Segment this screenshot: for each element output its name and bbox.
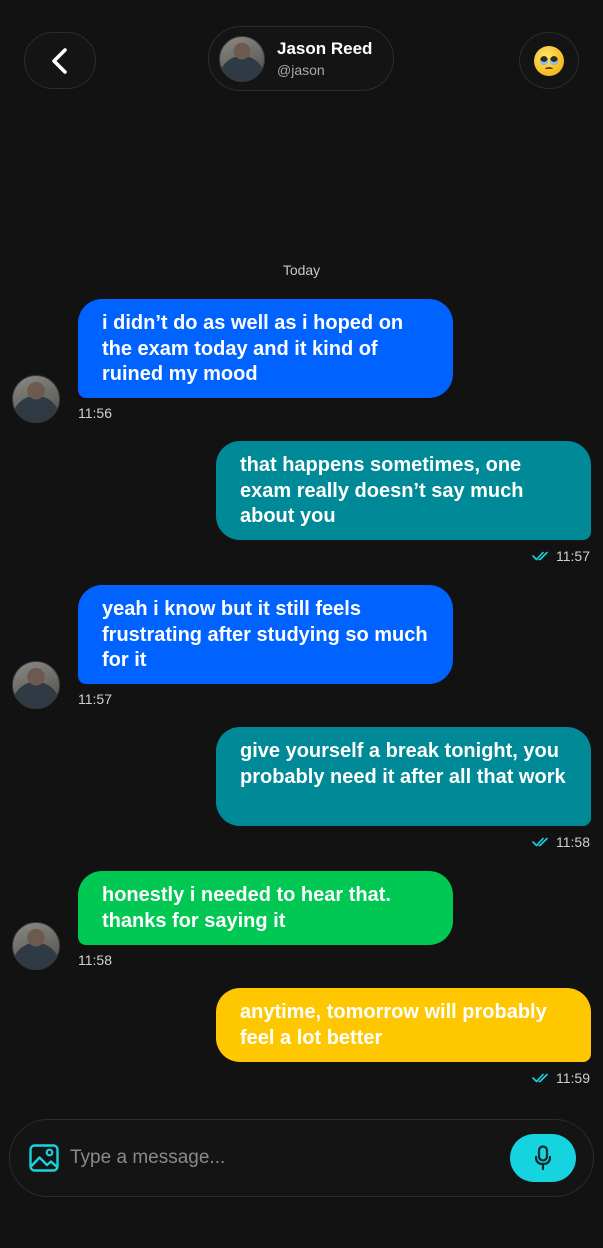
double-check-icon — [532, 1073, 550, 1083]
chevron-left-icon — [52, 47, 67, 74]
chat-header: Jason Reed @jason — [0, 0, 603, 120]
message-bubble-outgoing[interactable]: anytime, tomorrow will probably feel a l… — [216, 988, 591, 1062]
contact-profile[interactable]: Jason Reed @jason — [208, 26, 394, 91]
pleading-face-emoji-icon — [534, 45, 564, 76]
avatar[interactable] — [12, 922, 60, 970]
back-button[interactable] — [24, 32, 96, 89]
contact-name: Jason Reed — [277, 38, 373, 58]
double-check-icon — [532, 837, 550, 847]
message-time: 11:57 — [556, 548, 590, 564]
message-time-row: 11:59 — [532, 1070, 590, 1086]
message-time: 11:59 — [556, 1070, 590, 1086]
message-time: 11:56 — [78, 405, 112, 421]
image-attach-button[interactable] — [29, 1144, 59, 1172]
message-bubble-outgoing[interactable]: that happens sometimes, one exam really … — [216, 441, 591, 540]
message-bubble-incoming[interactable]: i didn’t do as well as i hoped on the ex… — [78, 299, 453, 398]
message-bubble-incoming[interactable]: honestly i needed to hear that. thanks f… — [78, 871, 453, 945]
message-bubble-outgoing[interactable]: give yourself a break tonight, you proba… — [216, 727, 591, 826]
contact-handle: @jason — [277, 61, 325, 78]
message-time: 11:57 — [78, 691, 112, 707]
microphone-icon — [534, 1145, 552, 1171]
image-icon — [29, 1144, 59, 1172]
message-time-row: 11:58 — [532, 834, 590, 850]
microphone-button[interactable] — [510, 1134, 576, 1182]
avatar — [219, 35, 265, 82]
message-time-row: 11:57 — [532, 548, 590, 564]
message-input[interactable] — [70, 1142, 490, 1174]
message-bubble-incoming[interactable]: yeah i know but it still feels frustrati… — [78, 585, 453, 684]
day-separator: Today — [282, 262, 321, 278]
mood-button[interactable] — [519, 32, 579, 89]
message-time: 11:58 — [78, 952, 112, 968]
message-composer — [9, 1119, 594, 1197]
avatar[interactable] — [12, 661, 60, 709]
message-time: 11:58 — [556, 834, 590, 850]
avatar[interactable] — [12, 375, 60, 423]
double-check-icon — [532, 551, 550, 561]
